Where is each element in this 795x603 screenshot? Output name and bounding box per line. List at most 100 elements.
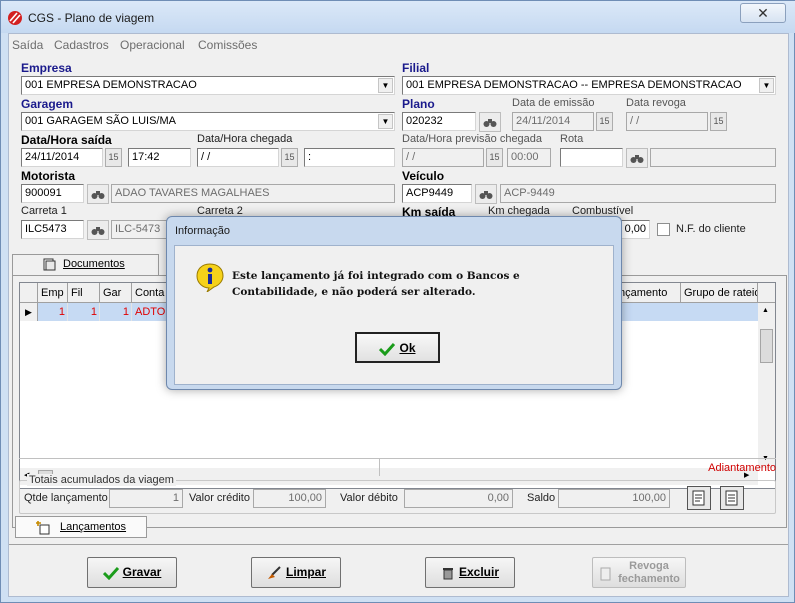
menu-operacional[interactable]: Operacional	[120, 38, 185, 52]
ok-label: Ok	[399, 341, 416, 355]
calendar-icon[interactable]: 15	[281, 148, 298, 167]
info-dialog: Informação Este lançamento já foi integr…	[166, 216, 622, 390]
data-revoga-label: Data revoga	[626, 97, 686, 109]
veiculo-name-field: ACP-9449	[500, 184, 776, 203]
menu-cadastros[interactable]: Cadastros	[54, 38, 109, 52]
saldo-label: Saldo	[527, 492, 556, 504]
excluir-button[interactable]: Excluir	[425, 557, 515, 588]
document-icon	[43, 258, 56, 271]
dialog-title: Informação	[175, 225, 231, 237]
check-icon	[102, 566, 119, 580]
app-logo-icon	[8, 11, 22, 25]
debito-label: Valor débito	[340, 492, 398, 504]
chevron-down-icon[interactable]: ▼	[759, 78, 774, 93]
binoculars-icon	[91, 227, 105, 235]
credito-label: Valor crédito	[189, 492, 250, 504]
cell-gar[interactable]: 1	[100, 303, 132, 321]
cell-emp[interactable]: 1	[38, 303, 68, 321]
print-record-button[interactable]	[720, 486, 744, 510]
gravar-button[interactable]: Gravar	[87, 557, 177, 588]
chegada-date-input[interactable]: / /	[197, 148, 279, 167]
add-list-icon	[36, 521, 50, 535]
filial-label: Filial	[402, 61, 430, 75]
qtde-field: 1	[109, 489, 183, 508]
document-list-icon	[725, 490, 738, 506]
menu-comissoes[interactable]: Comissões	[198, 38, 257, 52]
totais-title: Totais acumulados da viagem	[27, 474, 176, 486]
data-revoga-field: / /	[626, 112, 708, 131]
rota-search-button[interactable]	[626, 148, 648, 168]
carreta1-code-input[interactable]: ILC5473	[21, 220, 84, 239]
tab-documentos-label: Documentos	[63, 258, 125, 270]
close-button[interactable]: ✕	[740, 3, 786, 23]
title-bar: CGS - Plano de viagem ✕	[1, 1, 795, 33]
edit-record-button[interactable]	[687, 486, 711, 510]
chevron-down-icon[interactable]: ▼	[378, 78, 393, 93]
empresa-value: 001 EMPRESA DEMONSTRACAO	[25, 79, 197, 91]
veiculo-search-button[interactable]	[475, 184, 497, 204]
calendar-icon[interactable]: 15	[710, 112, 727, 131]
saida-label: Data/Hora saída	[21, 133, 112, 147]
binoculars-icon	[630, 155, 644, 163]
filial-value: 001 EMPRESA DEMONSTRACAO -- EMPRESA DEMO…	[406, 79, 742, 91]
cell-fil[interactable]: 1	[68, 303, 100, 321]
saida-date-input[interactable]: 24/11/2014	[21, 148, 103, 167]
grid-indicator-header	[20, 283, 38, 303]
scroll-up-icon[interactable]: ▲	[762, 307, 769, 314]
col-grupo-rateio[interactable]: Grupo de rateio	[681, 283, 758, 303]
debito-field: 0,00	[404, 489, 513, 508]
tab-lancamentos[interactable]: Lançamentos	[15, 516, 147, 538]
plano-search-button[interactable]	[479, 112, 501, 132]
status-divider	[379, 459, 380, 476]
col-gar[interactable]: Gar	[100, 283, 132, 303]
plano-label: Plano	[402, 97, 435, 111]
calendar-icon[interactable]: 15	[486, 148, 503, 167]
binoculars-icon	[479, 191, 493, 199]
veiculo-label: Veículo	[402, 169, 445, 183]
previsao-time-field: 00:00	[507, 148, 551, 167]
limpar-button[interactable]: Limpar	[251, 557, 341, 588]
carreta1-label: Carreta 1	[21, 205, 67, 217]
motorista-search-button[interactable]	[87, 184, 109, 204]
info-icon	[196, 263, 224, 292]
trash-icon	[442, 567, 453, 580]
previsao-label: Data/Hora previsão chegada	[402, 133, 543, 145]
chegada-time-input[interactable]: :	[304, 148, 395, 167]
gravar-label: Gravar	[122, 565, 162, 579]
filial-combo[interactable]: 001 EMPRESA DEMONSTRACAO -- EMPRESA DEMO…	[402, 76, 776, 95]
chevron-down-icon[interactable]: ▼	[378, 114, 393, 129]
empresa-combo[interactable]: 001 EMPRESA DEMONSTRACAO ▼	[21, 76, 395, 95]
saida-time-input[interactable]: 17:42	[128, 148, 191, 167]
nf-cliente-checkbox[interactable]	[657, 223, 670, 236]
limpar-label: Limpar	[285, 565, 326, 579]
empresa-label: Empresa	[21, 61, 72, 75]
scroll-thumb[interactable]	[760, 329, 773, 363]
calendar-icon[interactable]: 15	[105, 148, 122, 167]
status-adiantamento: Adiantamento	[708, 462, 776, 474]
nf-cliente-label: N.F. do cliente	[676, 223, 746, 235]
col-fil[interactable]: Fil	[68, 283, 100, 303]
tab-documentos[interactable]: Documentos	[12, 254, 159, 275]
rota-input[interactable]	[560, 148, 623, 167]
garagem-value: 001 GARAGEM SÃO LUIS/MA	[25, 115, 176, 127]
document-revoke-icon	[600, 567, 611, 581]
ok-button[interactable]: Ok	[355, 332, 440, 363]
document-edit-icon	[692, 490, 705, 506]
rota-name-field	[650, 148, 776, 167]
tab-lancamentos-label: Lançamentos	[60, 521, 127, 533]
close-icon: ✕	[757, 5, 769, 21]
garagem-combo[interactable]: 001 GARAGEM SÃO LUIS/MA ▼	[21, 112, 395, 131]
grid-vertical-scrollbar[interactable]: ▲ ▼	[758, 303, 775, 468]
carreta1-search-button[interactable]	[87, 220, 109, 240]
binoculars-icon	[483, 119, 497, 127]
revoga-line1: Revoga	[629, 560, 669, 572]
revoga-fechamento-button[interactable]: Revoga fechamento	[592, 557, 686, 588]
broom-icon	[267, 566, 281, 579]
motorista-code-input[interactable]: 900091	[21, 184, 84, 203]
menu-saida[interactable]: Saída	[12, 38, 43, 52]
plano-input[interactable]: 020232	[402, 112, 476, 131]
col-emp[interactable]: Emp	[38, 283, 68, 303]
calendar-icon[interactable]: 15	[596, 112, 613, 131]
veiculo-code-input[interactable]: ACP9449	[402, 184, 472, 203]
col-lancamento[interactable]: nçamento	[616, 283, 681, 303]
